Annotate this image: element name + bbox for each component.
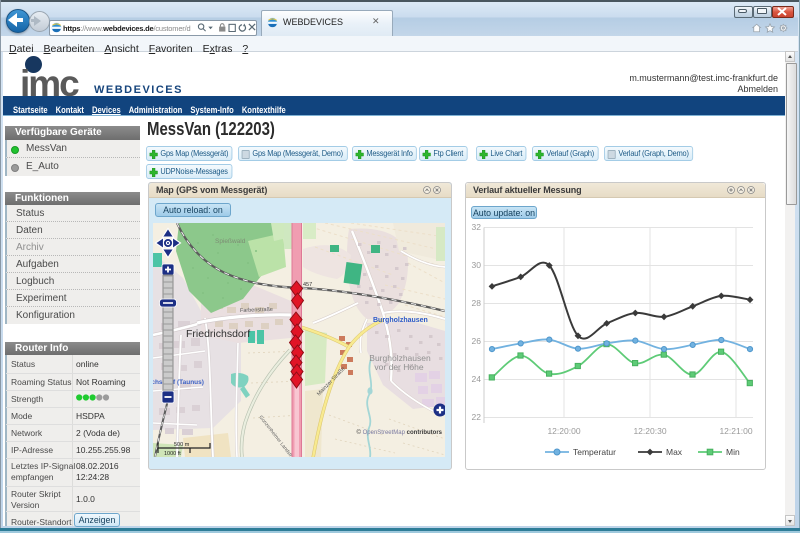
svg-text:Burgholzhausen: Burgholzhausen: [373, 317, 428, 324]
svg-text:© OpenStreetMap contributors: © OpenStreetMap contributors: [357, 429, 443, 436]
svg-text:457: 457: [303, 282, 312, 288]
svg-text:richsdorf (Taunus): richsdorf (Taunus): [153, 379, 204, 386]
svg-text:28: 28: [472, 298, 482, 308]
svg-text:500 m: 500 m: [174, 442, 190, 448]
svg-text:22: 22: [472, 412, 482, 422]
svg-text:Min: Min: [726, 447, 740, 457]
svg-text:Max: Max: [666, 447, 683, 457]
svg-text:1000 ft: 1000 ft: [164, 451, 181, 457]
svg-text:vor der Höhe: vor der Höhe: [374, 362, 423, 372]
svg-text:12:21:00: 12:21:00: [719, 426, 752, 436]
svg-text:24: 24: [472, 374, 482, 384]
svg-text:Friedrichsdorf: Friedrichsdorf: [186, 328, 250, 340]
svg-text:Temperatur: Temperatur: [573, 447, 616, 457]
svg-text:26: 26: [472, 336, 482, 346]
svg-text:Spießwald: Spießwald: [215, 238, 246, 245]
svg-text:30: 30: [472, 260, 482, 270]
svg-text:32: 32: [472, 222, 482, 232]
svg-text:12:20:00: 12:20:00: [547, 426, 580, 436]
svg-text:12:20:30: 12:20:30: [633, 426, 666, 436]
svg-text:Farbenstraße: Farbenstraße: [240, 307, 273, 314]
